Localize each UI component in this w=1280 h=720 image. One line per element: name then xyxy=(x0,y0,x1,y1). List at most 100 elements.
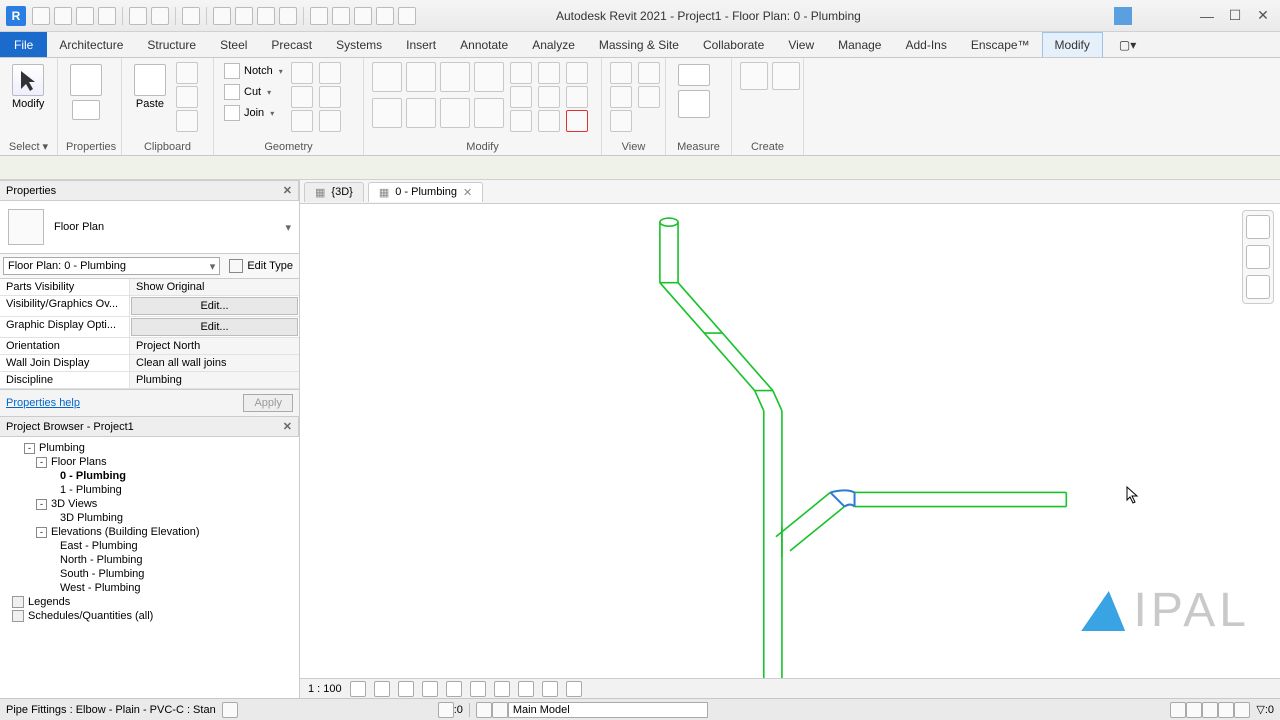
hide-isolate-icon[interactable] xyxy=(494,681,510,697)
edit-type-button[interactable]: Edit Type xyxy=(223,254,299,278)
properties-help-link[interactable]: Properties help xyxy=(6,397,80,409)
tab-annotate[interactable]: Annotate xyxy=(448,32,520,57)
tree-node[interactable]: North - Plumbing xyxy=(0,553,299,567)
search-icon[interactable] xyxy=(1086,7,1104,25)
status-icon-a[interactable] xyxy=(222,702,238,718)
property-row[interactable]: OrientationProject North xyxy=(0,338,299,355)
paste-button[interactable]: Paste xyxy=(130,62,170,112)
create-b-icon[interactable] xyxy=(772,62,800,90)
cut-button[interactable]: Cut xyxy=(222,83,285,101)
select-underlay-icon[interactable] xyxy=(1186,702,1202,718)
geom-c-icon[interactable] xyxy=(291,110,313,132)
copy-clipboard-icon[interactable] xyxy=(176,86,198,108)
tab-add-ins[interactable]: Add-Ins xyxy=(893,32,958,57)
close-icon[interactable]: ✕ xyxy=(283,184,292,197)
tab-precast[interactable]: Precast xyxy=(259,32,324,57)
match-type-icon[interactable] xyxy=(176,110,198,132)
tree-node[interactable]: South - Plumbing xyxy=(0,567,299,581)
tree-node[interactable]: -Elevations (Building Elevation) xyxy=(0,525,299,539)
qat-sync-icon[interactable] xyxy=(98,7,116,25)
crop-region-icon[interactable] xyxy=(470,681,486,697)
project-browser[interactable]: -Plumbing-Floor Plans0 - Plumbing1 - Plu… xyxy=(0,437,299,698)
rotate-icon[interactable] xyxy=(440,62,470,92)
zoom-icon[interactable] xyxy=(1246,245,1270,269)
property-row[interactable]: Visibility/Graphics Ov...Edit... xyxy=(0,296,299,317)
properties-panel-header[interactable]: Properties✕ xyxy=(0,180,299,201)
pin-icon[interactable] xyxy=(538,110,560,132)
tab-architecture[interactable]: Architecture xyxy=(47,32,135,57)
geom-a-icon[interactable] xyxy=(291,62,313,84)
modify-tool-button[interactable]: Modify xyxy=(8,62,48,112)
ribbon-expand-icon[interactable]: ▢▾ xyxy=(1107,32,1148,57)
qat-switch-icon[interactable] xyxy=(398,7,416,25)
tab-manage[interactable]: Manage xyxy=(826,32,893,57)
qat-section-icon[interactable] xyxy=(332,7,350,25)
tab-view[interactable]: View xyxy=(776,32,826,57)
mirror-icon[interactable] xyxy=(474,62,504,92)
qat-undo-icon[interactable] xyxy=(129,7,147,25)
qat-tag-icon[interactable] xyxy=(257,7,275,25)
tree-node[interactable]: Schedules/Quantities (all) xyxy=(0,609,299,623)
tab-massing-site[interactable]: Massing & Site xyxy=(587,32,691,57)
qat-close-hidden-icon[interactable] xyxy=(376,7,394,25)
qat-text-icon[interactable] xyxy=(279,7,297,25)
view-a-icon[interactable] xyxy=(610,62,632,84)
constraints-icon[interactable] xyxy=(566,681,582,697)
project-browser-header[interactable]: Project Browser - Project1✕ xyxy=(0,416,299,437)
unpin-icon[interactable] xyxy=(566,62,588,84)
geom-e-icon[interactable] xyxy=(319,86,341,108)
view-tab[interactable]: ▦0 - Plumbing✕ xyxy=(368,182,483,202)
qat-new-icon[interactable] xyxy=(32,7,50,25)
close-icon[interactable]: ✕ xyxy=(463,186,472,199)
filter-count[interactable]: ▽:0 xyxy=(1256,703,1274,716)
array-icon[interactable] xyxy=(538,62,560,84)
maximize-button[interactable]: ☐ xyxy=(1226,7,1244,24)
join-button[interactable]: Join xyxy=(222,104,285,122)
cut-clipboard-icon[interactable] xyxy=(176,62,198,84)
sun-path-icon[interactable] xyxy=(398,681,414,697)
type-selector[interactable]: Floor Plan ▾ xyxy=(0,201,299,254)
view-e-icon[interactable] xyxy=(638,86,660,108)
copy-icon[interactable] xyxy=(406,62,436,92)
workset-icon[interactable] xyxy=(476,702,492,718)
tab-collaborate[interactable]: Collaborate xyxy=(691,32,776,57)
worksharing-icon[interactable] xyxy=(542,681,558,697)
detail-level-icon[interactable] xyxy=(350,681,366,697)
crop-view-icon[interactable] xyxy=(446,681,462,697)
minimize-button[interactable]: — xyxy=(1198,8,1216,24)
move-icon[interactable] xyxy=(372,62,402,92)
help-icon[interactable] xyxy=(1170,7,1188,25)
editable-icon[interactable] xyxy=(492,702,508,718)
tab-steel[interactable]: Steel xyxy=(208,32,259,57)
qat-thin-icon[interactable] xyxy=(354,7,372,25)
notch-button[interactable]: Notch xyxy=(222,62,285,80)
tab-structure[interactable]: Structure xyxy=(135,32,208,57)
tab-analyze[interactable]: Analyze xyxy=(520,32,587,57)
close-button[interactable]: ✕ xyxy=(1254,7,1272,24)
view-b-icon[interactable] xyxy=(610,86,632,108)
qat-open-icon[interactable] xyxy=(54,7,72,25)
align-icon[interactable] xyxy=(510,62,532,84)
property-row[interactable]: Wall Join DisplayClean all wall joins xyxy=(0,355,299,372)
visual-style-icon[interactable] xyxy=(374,681,390,697)
tab-systems[interactable]: Systems xyxy=(324,32,394,57)
view-tab[interactable]: ▦{3D} xyxy=(304,182,364,202)
tab-enscape-[interactable]: Enscape™ xyxy=(959,32,1042,57)
drag-elements-icon[interactable] xyxy=(1234,702,1250,718)
properties-button[interactable] xyxy=(66,62,106,122)
geom-d-icon[interactable] xyxy=(319,62,341,84)
qat-redo-icon[interactable] xyxy=(151,7,169,25)
tree-node[interactable]: -3D Views xyxy=(0,497,299,511)
home-view-icon[interactable] xyxy=(1246,215,1270,239)
qat-print-icon[interactable] xyxy=(182,7,200,25)
select-links-icon[interactable] xyxy=(1170,702,1186,718)
view-d-icon[interactable] xyxy=(638,62,660,84)
qat-3d-icon[interactable] xyxy=(310,7,328,25)
instance-combo[interactable]: Floor Plan: 0 - Plumbing xyxy=(3,257,220,275)
tree-node[interactable]: -Floor Plans xyxy=(0,455,299,469)
cart-icon[interactable] xyxy=(1142,7,1160,25)
tree-node[interactable]: Legends xyxy=(0,595,299,609)
reveal-hidden-icon[interactable] xyxy=(518,681,534,697)
select-link-icon[interactable] xyxy=(438,702,454,718)
tree-node[interactable]: 1 - Plumbing xyxy=(0,483,299,497)
